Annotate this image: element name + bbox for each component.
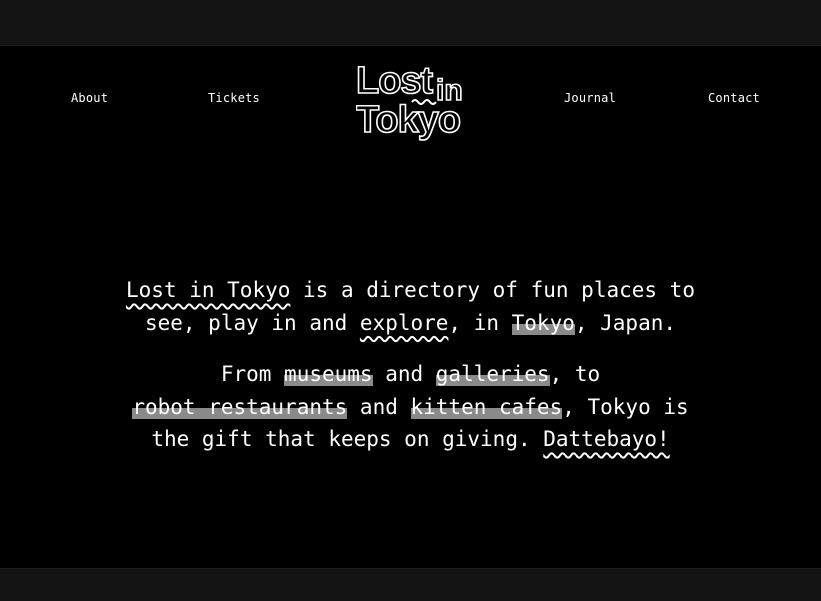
intro-text-segment: and [372, 362, 436, 386]
logo-word-lost: Lost [356, 60, 434, 102]
intro-text-segment: , to [549, 362, 601, 386]
nav-about-link[interactable]: About [71, 91, 108, 105]
lost-in-tokyo-link[interactable]: Lost in Tokyo [126, 278, 290, 302]
kitten-cafes-link[interactable]: kitten cafes [410, 394, 563, 419]
intro-text-segment: see, play in and [144, 310, 360, 335]
intro-paragraph-2: From museums and galleries, to robot res… [60, 358, 761, 456]
nav-tickets-link[interactable]: Tickets [208, 91, 260, 105]
dattebayo-link[interactable]: Dattebayo! [543, 427, 669, 451]
lost-in-tokyo-logo[interactable]: Lost in Tokyo [356, 58, 468, 142]
intro-text-segment: , Tokyo is [562, 394, 689, 419]
museums-link[interactable]: museums [284, 362, 373, 386]
nav-contact-link[interactable]: Contact [708, 91, 760, 105]
intro-paragraph-1: Lost in Tokyo is a directory of fun plac… [60, 274, 761, 339]
intro-text: Lost in Tokyo is a directory of fun plac… [60, 274, 761, 456]
intro-text-segment: and [347, 394, 411, 419]
explore-link[interactable]: explore [360, 311, 449, 335]
tokyo-link[interactable]: Tokyo [511, 310, 575, 335]
logo-graphic: Lost in Tokyo [356, 59, 463, 142]
logo-word-tokyo: Tokyo [356, 99, 460, 141]
intro-text-segment: From [220, 362, 285, 386]
intro-text-segment: the gift that keeps on giving. [151, 427, 544, 451]
galleries-link[interactable]: galleries [435, 362, 550, 386]
intro-text-segment: is a directory of fun places to [290, 278, 695, 302]
nav-journal-link[interactable]: Journal [564, 91, 616, 105]
intro-text-segment: , in [448, 310, 512, 335]
intro-text-segment: , Japan. [574, 310, 677, 335]
robot-restaurants-link[interactable]: robot restaurants [132, 394, 348, 419]
